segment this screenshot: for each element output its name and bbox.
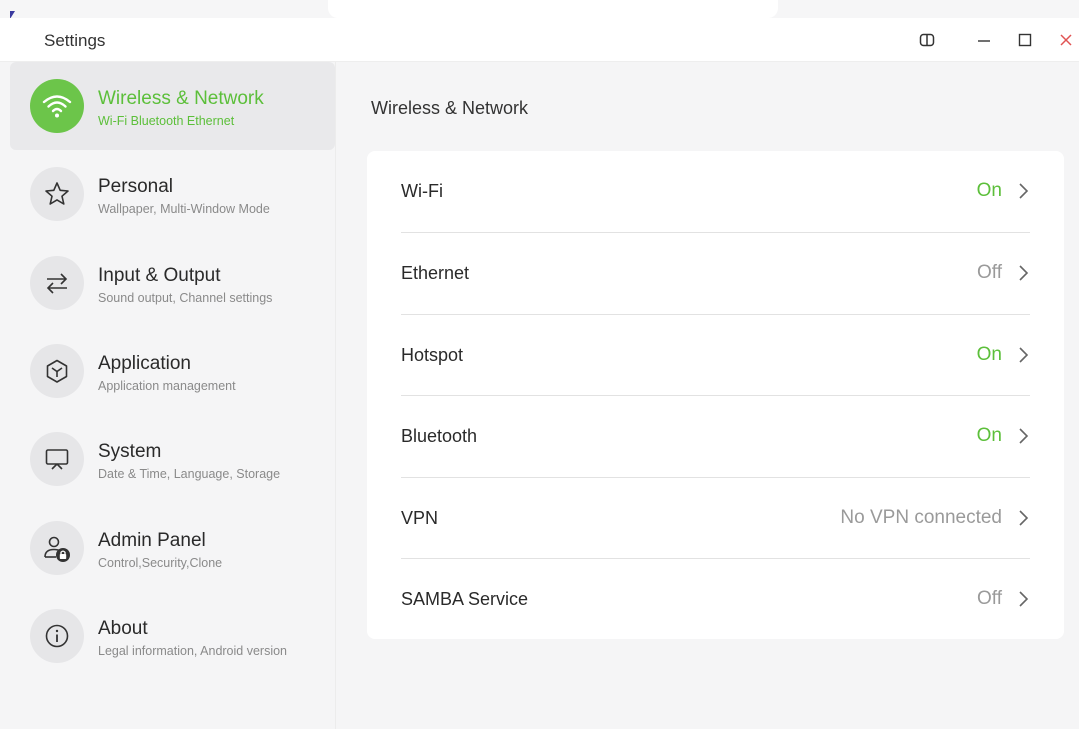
sidebar-item-label: System xyxy=(98,441,162,462)
sidebar-item-personal[interactable]: Personal Wallpaper, Multi-Window Mode xyxy=(10,150,335,238)
sidebar-item-subtitle: Wallpaper, Multi-Window Mode xyxy=(98,202,270,216)
row-label: Ethernet xyxy=(401,263,470,283)
chevron-right-icon xyxy=(1019,265,1029,281)
settings-row-samba[interactable]: SAMBA Service Off xyxy=(401,559,1030,640)
sidebar-item-label: Personal xyxy=(98,176,173,197)
info-icon xyxy=(30,609,84,663)
close-button[interactable] xyxy=(1053,27,1079,53)
sidebar-item-wireless-network[interactable]: Wireless & Network Wi-Fi Bluetooth Ether… xyxy=(10,62,335,150)
row-status: On xyxy=(976,180,1002,201)
minimize-icon xyxy=(978,40,990,42)
user-lock-icon xyxy=(30,521,84,575)
sidebar-item-subtitle: Sound output, Channel settings xyxy=(98,291,273,305)
sidebar-item-subtitle: Wi-Fi Bluetooth Ethernet xyxy=(98,114,235,128)
sidebar-item-label: Admin Panel xyxy=(98,530,206,551)
sidebar-item-application[interactable]: Application Application management xyxy=(10,327,335,415)
chevron-right-icon xyxy=(1019,428,1029,444)
top-tab-shape xyxy=(328,0,778,18)
minimize-button[interactable] xyxy=(971,27,997,53)
settings-row-ethernet[interactable]: Ethernet Off xyxy=(401,233,1030,314)
chevron-right-icon xyxy=(1019,347,1029,363)
row-status: Off xyxy=(977,588,1002,609)
sidebar-item-label: Input & Output xyxy=(98,265,221,286)
sidebar-item-input-output[interactable]: Input & Output Sound output, Channel set… xyxy=(10,239,335,327)
sidebar-item-subtitle: Control,Security,Clone xyxy=(98,556,223,570)
sidebar-item-subtitle: Legal information, Android version xyxy=(98,644,288,658)
app-title: Settings xyxy=(44,31,106,50)
sidebar-item-label: Wireless & Network xyxy=(98,88,264,109)
star-icon xyxy=(30,167,84,221)
row-label: Bluetooth xyxy=(401,426,478,446)
chevron-right-icon xyxy=(1019,510,1029,526)
settings-row-hotspot[interactable]: Hotspot On xyxy=(401,315,1030,396)
sidebar-item-subtitle: Date & Time, Language, Storage xyxy=(98,467,281,481)
settings-card: Wi-Fi On Ethernet Off Hotspot On Bluetoo… xyxy=(367,151,1064,639)
title-bar: Settings xyxy=(0,18,1079,62)
swap-arrows-icon xyxy=(30,256,84,310)
settings-row-wifi[interactable]: Wi-Fi On xyxy=(401,151,1030,232)
row-label: VPN xyxy=(401,508,439,528)
sidebar: Wireless & Network Wi-Fi Bluetooth Ether… xyxy=(0,62,336,729)
monitor-icon xyxy=(30,432,84,486)
sidebar-item-about[interactable]: About Legal information, Android version xyxy=(10,592,335,680)
sidebar-item-admin-panel[interactable]: Admin Panel Control,Security,Clone xyxy=(10,504,335,592)
maximize-button[interactable] xyxy=(1012,27,1038,53)
row-label: Wi-Fi xyxy=(401,181,443,201)
chevron-right-icon xyxy=(1019,183,1029,199)
page-title: Wireless & Network xyxy=(371,98,529,118)
row-status: On xyxy=(976,344,1002,365)
sidebar-item-system[interactable]: System Date & Time, Language, Storage xyxy=(10,415,335,503)
sidebar-item-label: Application xyxy=(98,353,191,374)
wifi-icon xyxy=(30,79,84,133)
main-panel: Wireless & Network Wi-Fi On Ethernet Off… xyxy=(336,62,1079,729)
maximize-icon xyxy=(1018,33,1032,47)
row-status: No VPN connected xyxy=(840,507,1002,528)
settings-row-bluetooth[interactable]: Bluetooth On xyxy=(401,396,1030,477)
sidebar-item-label: About xyxy=(98,618,148,639)
chevron-right-icon xyxy=(1019,591,1029,607)
sidebar-item-subtitle: Application management xyxy=(98,379,236,393)
row-label: Hotspot xyxy=(401,345,464,365)
row-label: SAMBA Service xyxy=(401,589,529,609)
row-status: Off xyxy=(977,262,1002,283)
top-strip xyxy=(0,0,1079,18)
close-icon xyxy=(1060,34,1072,46)
split-window-icon xyxy=(919,33,935,47)
row-status: On xyxy=(976,425,1002,446)
split-window-button[interactable] xyxy=(914,27,940,53)
settings-row-vpn[interactable]: VPN No VPN connected xyxy=(401,478,1030,559)
cube-icon xyxy=(30,344,84,398)
